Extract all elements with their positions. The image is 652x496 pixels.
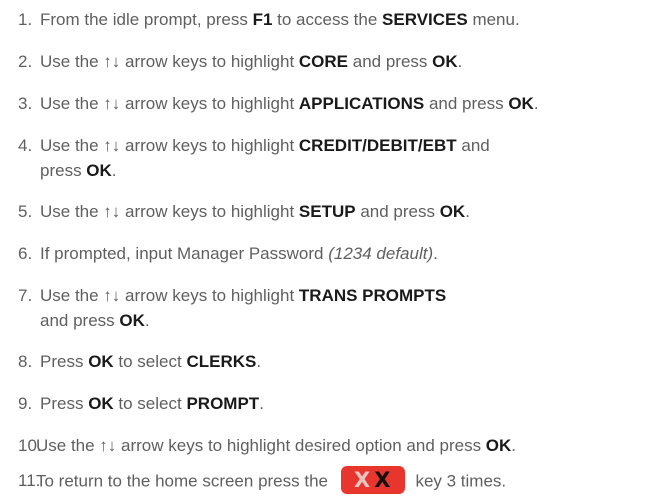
key-ok: OK (88, 394, 114, 413)
step-text: From the idle prompt, press F1 to access… (40, 7, 520, 32)
step-number: 5. (18, 202, 33, 221)
step-text: Use the ↑↓ arrow keys to highlight CREDI… (40, 133, 490, 183)
step-number: 6. (18, 244, 33, 263)
step-text-part: to select (113, 352, 187, 371)
key-ok: OK (86, 161, 112, 180)
step-5: 5. Use the ↑↓ arrow keys to highlight SE… (18, 199, 646, 224)
step-text-part: and (456, 136, 490, 155)
step-text: Use the ↑↓ arrow keys to highlight CORE … (40, 49, 462, 74)
step-text-part: Use the ↑↓ arrow keys to highlight desir… (36, 436, 486, 455)
step-text-part: . (533, 94, 539, 113)
step-6: 6. If prompted, input Manager Password (… (18, 241, 646, 266)
menu-setup: SETUP (298, 202, 356, 221)
default-password-note: (1234 default) (328, 244, 434, 263)
step-number: 10. (18, 436, 42, 455)
step-text-part: Press (40, 352, 89, 371)
step-3: 3. Use the ↑↓ arrow keys to highlight AP… (18, 91, 646, 116)
step-number: 2. (18, 52, 33, 71)
step-text-part: . (256, 352, 262, 371)
step-text: Press OK to select PROMPT. (40, 391, 264, 416)
menu-clerks: CLERKS (186, 352, 257, 371)
menu-applications: APPLICATIONS (298, 94, 425, 113)
step-text: Use the ↑↓ arrow keys to highlight SETUP… (40, 199, 470, 224)
menu-trans-prompts: TRANS PROMPTS (298, 286, 447, 305)
menu-core: CORE (298, 52, 349, 71)
step-text-part: . (433, 244, 438, 263)
step-number: 4. (18, 136, 33, 155)
step-text-part: menu. (467, 10, 520, 29)
step-number: 7. (18, 286, 33, 305)
step-text: Use the ↑↓ arrow keys to highlight desir… (36, 433, 516, 458)
step-text: If prompted, input Manager Password (123… (40, 241, 438, 266)
step-text-part: . (144, 311, 150, 330)
step-8: 8. Press OK to select CLERKS. (18, 349, 646, 374)
step-text-part: From the idle prompt, press (40, 10, 253, 29)
step-number: 11. (18, 471, 41, 490)
key-f1: F1 (252, 10, 273, 29)
step-number: 1. (18, 10, 33, 29)
key-ok: OK (119, 311, 145, 330)
step-number: 3. (18, 94, 33, 113)
step-text-part: . (111, 161, 117, 180)
step-text-part: Press (40, 394, 89, 413)
step-text: Use the ↑↓ arrow keys to highlight APPLI… (40, 91, 539, 116)
step-4: 4. Use the ↑↓ arrow keys to highlight CR… (18, 133, 646, 183)
step-text-part: Use the ↑↓ arrow keys to highlight (40, 52, 299, 71)
step-text-part: . (457, 52, 463, 71)
menu-services: SERVICES (382, 10, 468, 29)
step-text: Use the ↑↓ arrow keys to highlight TRANS… (40, 283, 446, 333)
step-text: Press OK to select CLERKS. (40, 349, 261, 374)
step-text-part: To return to the home screen press the (36, 471, 333, 491)
step-number: 9. (18, 394, 33, 413)
key-ok: OK (439, 202, 466, 221)
key-ok: OK (88, 352, 114, 371)
step-text-part: Use the ↑↓ arrow keys to highlight (40, 94, 299, 113)
step-1: 1. From the idle prompt, press F1 to acc… (18, 7, 646, 32)
instruction-list: 1. From the idle prompt, press F1 to acc… (0, 0, 652, 496)
step-text-part: Use the ↑↓ arrow keys to highlight (40, 202, 299, 221)
step-number: 8. (18, 352, 33, 371)
step-7: 7. Use the ↑↓ arrow keys to highlight TR… (18, 283, 646, 333)
step-text-part: and press (355, 202, 440, 221)
menu-credit-debit-ebt: CREDIT/DEBIT/EBT (298, 136, 457, 155)
step-text-part: to select (113, 394, 187, 413)
step-9: 9. Press OK to select PROMPT. (18, 391, 646, 416)
key-ok: OK (508, 94, 534, 113)
step-text-part: to access the (272, 10, 383, 29)
key-ok: OK (432, 52, 458, 71)
step-text-part: . (259, 394, 264, 413)
step-text: To return to the home screen press the X… (36, 466, 507, 496)
step-text-part: . (511, 436, 517, 455)
step-11: 11. To return to the home screen press t… (18, 466, 646, 496)
cancel-key-x-faded: X (354, 467, 372, 492)
step-text-part: . (465, 202, 470, 221)
step-text-part: press (40, 161, 87, 180)
step-text-part: key 3 times. (410, 471, 507, 491)
step-text-part: and press (424, 94, 509, 113)
step-10: 10. Use the ↑↓ arrow keys to highlight d… (18, 433, 646, 458)
key-ok: OK (485, 436, 512, 455)
step-text-part: and press (348, 52, 433, 71)
cancel-key-icon: XX (340, 466, 405, 494)
cancel-key-x: X (374, 467, 392, 492)
step-2: 2. Use the ↑↓ arrow keys to highlight CO… (18, 49, 646, 74)
step-text-part: Use the ↑↓ arrow keys to highlight (40, 286, 299, 305)
step-text-part: and press (40, 311, 120, 330)
step-text-part: If prompted, input Manager Password (40, 244, 329, 263)
step-text-part: Use the ↑↓ arrow keys to highlight (40, 136, 299, 155)
menu-prompt: PROMPT (186, 394, 260, 413)
